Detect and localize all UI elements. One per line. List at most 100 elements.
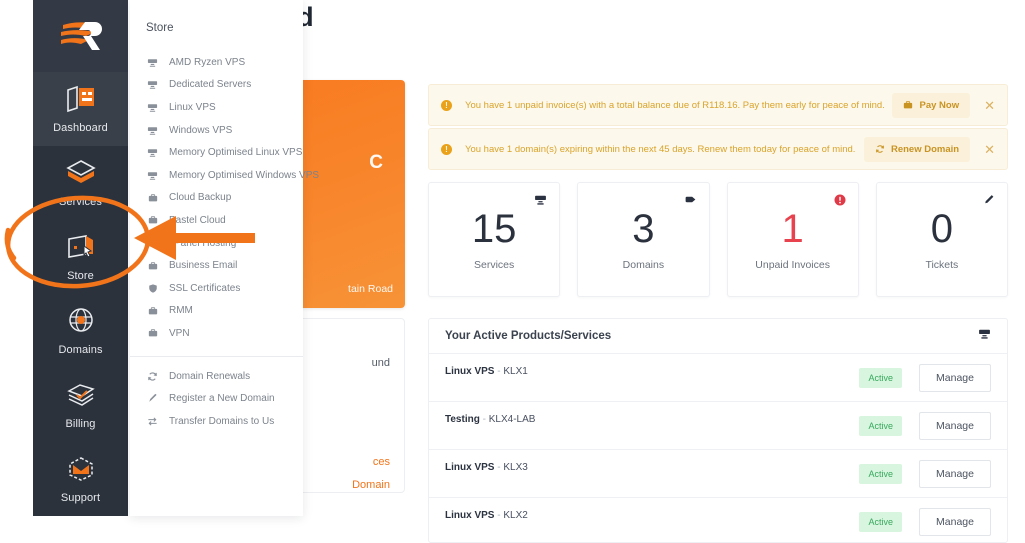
tag-icon xyxy=(684,193,697,211)
sidebar: Dashboard Services Store Domains Billing… xyxy=(33,0,128,516)
server-icon xyxy=(146,79,159,90)
status-badge: Active xyxy=(859,511,902,532)
server-icon xyxy=(146,170,159,181)
table-row[interactable]: Linux VPS - KLX1 Active Manage xyxy=(429,354,1007,402)
stat-value: 0 xyxy=(930,206,953,251)
dropdown-item-label: Domain Renewals xyxy=(169,370,251,382)
dropdown-item-windows-vps[interactable]: Windows VPS xyxy=(130,119,303,142)
sidebar-item-services[interactable]: Services xyxy=(33,146,128,220)
active-products-panel: Your Active Products/Services Linux VPS … xyxy=(428,318,1008,543)
dropdown-item-domain-renewals[interactable]: Domain Renewals xyxy=(130,365,303,388)
dropdown-item-label: SSL Certificates xyxy=(169,282,241,294)
products-header-title: Your Active Products/Services xyxy=(445,330,612,342)
alert-circle-icon: ! xyxy=(441,143,452,155)
dropdown-primary-list: AMD Ryzen VPS Dedicated Servers Linux VP… xyxy=(130,51,319,345)
status-badge: Active xyxy=(859,463,902,484)
manage-button[interactable]: Manage xyxy=(919,507,991,536)
sidebar-item-label: Store xyxy=(67,270,94,282)
ticket-icon xyxy=(982,193,995,211)
renew-domain-button[interactable]: Renew Domain xyxy=(863,136,971,162)
dropdown-item-rmm[interactable]: RMM xyxy=(130,300,303,323)
dropdown-item-vpn[interactable]: VPN xyxy=(130,322,303,345)
manage-button[interactable]: Manage xyxy=(919,363,991,392)
dropdown-item-label: Dedicated Servers xyxy=(169,79,252,91)
stat-value: 1 xyxy=(781,206,804,251)
dropdown-item-label: Memory Optimised Windows VPS xyxy=(169,169,320,181)
alert-text: You have 1 domain(s) expiring within the… xyxy=(465,143,856,155)
tag-icon xyxy=(146,393,159,404)
product-id: KLX4-LAB xyxy=(488,414,536,425)
product-name: Linux VPS - KLX2 xyxy=(445,510,528,521)
dropdown-title: Store xyxy=(146,22,174,34)
logo-icon[interactable] xyxy=(33,0,128,72)
dropdown-item-transfer-domains[interactable]: Transfer Domains to Us xyxy=(130,410,303,433)
shield-icon xyxy=(146,283,159,294)
product-name: Linux VPS - KLX1 xyxy=(445,366,528,377)
left-panel-link-domain[interactable]: Domain xyxy=(352,479,390,491)
products-header: Your Active Products/Services xyxy=(429,319,1007,354)
app-root: Dashboard Area C tain Road tern Cape, 72… xyxy=(0,0,1025,543)
table-row[interactable]: Linux VPS - KLX3 Active Manage xyxy=(429,450,1007,498)
stat-label: Tickets xyxy=(925,258,959,271)
briefcase-icon xyxy=(904,101,913,109)
dropdown-item-label: Transfer Domains to Us xyxy=(169,415,275,427)
dropdown-item-label: Register a New Domain xyxy=(169,393,275,405)
dropdown-item-memory-optimised-linux-vps[interactable]: Memory Optimised Linux VPS xyxy=(130,141,303,164)
server-icon xyxy=(146,57,159,68)
stat-value: 15 xyxy=(471,206,517,251)
dropdown-item-cloud-backup[interactable]: Cloud Backup xyxy=(130,187,303,210)
manage-button[interactable]: Manage xyxy=(919,459,991,488)
sidebar-item-label: Billing xyxy=(65,418,96,430)
dropdown-item-register-new-domain[interactable]: Register a New Domain xyxy=(130,387,303,410)
product-name: Linux VPS - KLX3 xyxy=(445,462,528,473)
stat-card-services[interactable]: 15 Services xyxy=(428,182,561,297)
dropdown-item-label: RMM xyxy=(169,305,193,317)
dropdown-item-ssl-certificates[interactable]: SSL Certificates xyxy=(130,277,303,300)
refresh-icon xyxy=(876,145,884,153)
profile-initial: C xyxy=(369,152,383,173)
table-row[interactable]: Linux VPS - KLX2 Active Manage xyxy=(429,498,1007,542)
sidebar-item-label: Domains xyxy=(58,344,103,356)
briefcase-icon xyxy=(146,238,159,248)
dropdown-item-linux-vps[interactable]: Linux VPS xyxy=(130,96,303,119)
sidebar-item-domains[interactable]: Domains xyxy=(33,294,128,368)
table-row[interactable]: Testing - KLX4-LAB Active Manage xyxy=(429,402,1007,450)
product-id: KLX1 xyxy=(503,366,528,377)
briefcase-icon xyxy=(146,215,159,225)
product-title: Linux VPS xyxy=(445,462,495,473)
alert-domain-expiring: ! You have 1 domain(s) expiring within t… xyxy=(428,128,1008,170)
dashboard-icon xyxy=(64,84,98,116)
left-panel-link-services[interactable]: ces xyxy=(373,456,390,468)
close-icon[interactable]: ✕ xyxy=(984,99,995,112)
alert-circle-icon: ! xyxy=(441,99,452,111)
sidebar-item-billing[interactable]: Billing xyxy=(33,368,128,442)
stat-card-unpaid-invoices[interactable]: 1 Unpaid Invoices xyxy=(726,182,859,297)
alert-circle-icon xyxy=(834,193,846,211)
pay-now-button[interactable]: Pay Now xyxy=(892,92,971,118)
manage-button[interactable]: Manage xyxy=(919,411,991,440)
dropdown-item-amd-ryzen-vps[interactable]: AMD Ryzen VPS xyxy=(130,51,303,74)
dropdown-item-cpanel-hosting[interactable]: cPanel Hosting xyxy=(130,232,303,255)
dropdown-item-memory-optimised-windows-vps[interactable]: Memory Optimised Windows VPS xyxy=(130,164,319,187)
briefcase-icon xyxy=(146,306,159,316)
dropdown-item-business-email[interactable]: Business Email xyxy=(130,254,303,277)
close-icon[interactable]: ✕ xyxy=(984,143,995,156)
sidebar-item-label: Support xyxy=(60,492,101,504)
dropdown-item-pastel-cloud[interactable]: Pastel Cloud xyxy=(130,209,303,232)
dropdown-secondary-list: Domain Renewals Register a New Domain Tr… xyxy=(130,365,303,433)
server-icon xyxy=(534,193,547,211)
sidebar-item-dashboard[interactable]: Dashboard xyxy=(33,72,128,146)
sidebar-item-store[interactable]: Store xyxy=(33,220,128,294)
profile-address-line-1: tain Road xyxy=(348,283,393,295)
server-icon xyxy=(146,125,159,136)
product-separator: - xyxy=(497,366,501,377)
dropdown-item-label: AMD Ryzen VPS xyxy=(169,56,246,68)
status-badge: Active xyxy=(859,367,902,388)
dropdown-item-dedicated-servers[interactable]: Dedicated Servers xyxy=(130,74,303,97)
stat-card-domains[interactable]: 3 Domains xyxy=(577,182,710,297)
stat-card-tickets[interactable]: 0 Tickets xyxy=(875,182,1008,297)
sidebar-item-support[interactable]: Support xyxy=(33,442,128,516)
pay-now-label: Pay Now xyxy=(919,99,960,111)
dropdown-item-label: VPN xyxy=(169,327,190,339)
product-title: Linux VPS xyxy=(445,510,495,521)
